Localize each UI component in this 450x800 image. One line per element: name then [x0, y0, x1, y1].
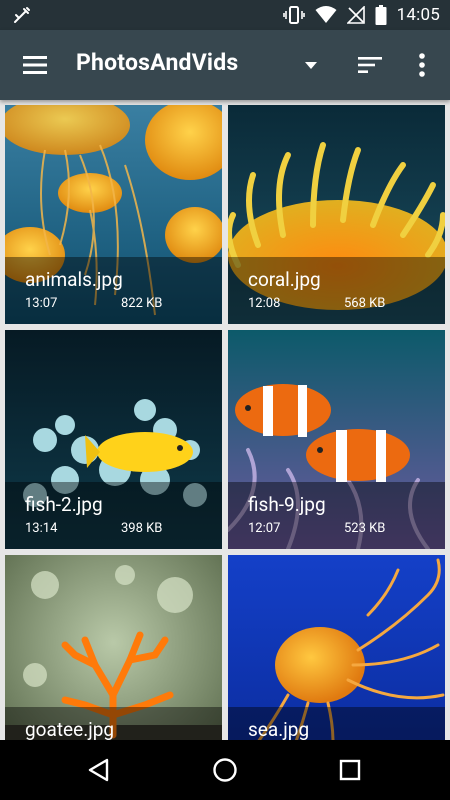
status-icons: 14:05 — [282, 5, 440, 25]
gallery-item[interactable]: goatee.jpg — [5, 555, 222, 740]
clock: 14:05 — [396, 5, 440, 25]
file-name: sea.jpg — [248, 718, 310, 740]
vibrate-icon — [282, 6, 305, 24]
page-title: PhotosAndVids — [76, 49, 239, 76]
gallery-item[interactable]: animals.jpg 13:07 822 KB — [5, 105, 222, 324]
caption: coral.jpg 12:08 568 KB — [228, 257, 445, 324]
file-name: goatee.jpg — [25, 718, 115, 740]
file-time: 12:08 — [248, 296, 281, 311]
file-name: fish-9.jpg — [248, 493, 326, 516]
menu-icon[interactable] — [22, 52, 48, 78]
home-icon[interactable] — [212, 757, 238, 783]
caption: fish-9.jpg 12:07 523 KB — [228, 482, 445, 549]
caption: goatee.jpg — [5, 707, 222, 740]
gallery-item[interactable]: fish-2.jpg 13:14 398 KB — [5, 330, 222, 549]
back-icon[interactable] — [86, 757, 112, 783]
gallery-grid: animals.jpg 13:07 822 KB coral.jpg 12:08… — [0, 100, 450, 740]
file-size: 398 KB — [121, 521, 163, 536]
file-name: fish-2.jpg — [25, 493, 103, 516]
status-bar: 14:05 — [0, 0, 450, 30]
sort-icon[interactable] — [357, 52, 383, 78]
more-vert-icon[interactable] — [412, 52, 432, 78]
recents-icon[interactable] — [337, 757, 363, 783]
file-size: 523 KB — [344, 521, 386, 536]
gallery-item[interactable]: fish-9.jpg 12:07 523 KB — [228, 330, 445, 549]
gallery-item[interactable]: coral.jpg 12:08 568 KB — [228, 105, 445, 324]
file-time: 12:07 — [248, 521, 281, 536]
gallery-item[interactable]: sea.jpg — [228, 555, 445, 740]
no-signal-icon — [346, 6, 365, 24]
caption: sea.jpg — [228, 707, 445, 740]
caption: fish-2.jpg 13:14 398 KB — [5, 482, 222, 549]
navigation-bar — [0, 740, 450, 800]
debug-icon — [14, 7, 30, 23]
app-bar: PhotosAndVids — [0, 30, 450, 100]
file-time: 13:07 — [25, 296, 58, 311]
file-size: 568 KB — [344, 296, 386, 311]
dropdown-arrow-icon[interactable] — [300, 54, 322, 76]
battery-icon — [375, 5, 387, 25]
file-size: 822 KB — [121, 296, 163, 311]
wifi-icon — [315, 6, 337, 23]
file-time: 13:14 — [25, 521, 58, 536]
file-name: animals.jpg — [25, 268, 123, 291]
file-name: coral.jpg — [248, 268, 321, 291]
caption: animals.jpg 13:07 822 KB — [5, 257, 222, 324]
